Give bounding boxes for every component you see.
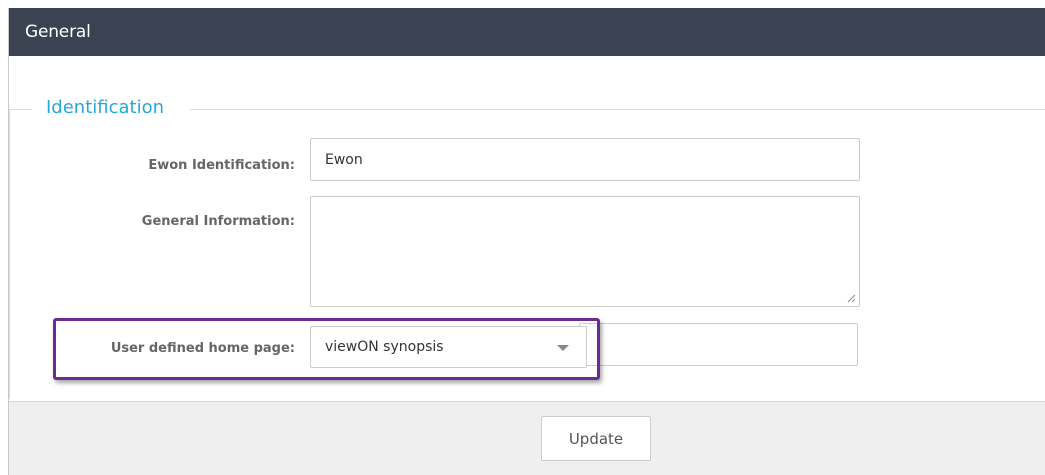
general-information-label: General Information: <box>141 214 295 229</box>
home-page-select-value: viewON synopsis <box>325 339 444 355</box>
home-page-extra-input[interactable] <box>579 323 858 366</box>
user-defined-home-page-label: User defined home page: <box>110 341 295 356</box>
general-information-textarea[interactable] <box>310 196 860 307</box>
panel-title: General <box>25 22 91 42</box>
fieldset-border-right <box>190 109 1045 110</box>
fieldset-border-left <box>9 109 32 110</box>
fieldset-legend: Identification <box>46 97 165 118</box>
ewon-identification-input[interactable] <box>310 138 860 181</box>
general-panel: General Identification Ewon Identificati… <box>8 8 1045 475</box>
panel-header: General <box>9 8 1045 56</box>
home-page-select[interactable]: viewON synopsis <box>310 326 587 368</box>
fieldset-border-vertical <box>9 109 10 399</box>
resize-grip-icon[interactable] <box>847 294 856 303</box>
chevron-down-icon <box>557 345 569 351</box>
update-button[interactable]: Update <box>541 416 651 461</box>
panel-footer: Update <box>9 401 1045 475</box>
ewon-identification-label: Ewon Identification: <box>148 158 295 173</box>
